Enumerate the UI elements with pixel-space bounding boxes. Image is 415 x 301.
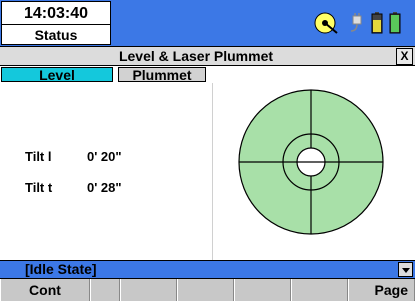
idle-state-text: [Idle State]	[25, 261, 97, 277]
electronic-bubble-graphic	[238, 89, 384, 235]
readings-panel: Tilt l 0' 20" Tilt t 0' 28"	[0, 83, 212, 260]
tab-row: Level Plummet	[0, 66, 415, 83]
softkey-page[interactable]: Page	[348, 279, 415, 301]
time-status-box: 14:03:40 Status	[1, 1, 111, 45]
tilt-l-value: 0' 20"	[87, 149, 122, 164]
status-tab[interactable]: Status	[2, 25, 110, 45]
softkey-blank[interactable]	[177, 279, 234, 301]
tab-plummet[interactable]: Plummet	[118, 67, 206, 83]
status-icons	[313, 11, 401, 38]
chevron-down-icon	[402, 268, 410, 273]
softkey-blank[interactable]	[234, 279, 291, 301]
tilt-t-value: 0' 28"	[87, 180, 122, 195]
softkey-blank[interactable]	[120, 279, 177, 301]
power-plug-icon	[349, 12, 365, 36]
softkey-blank[interactable]	[291, 279, 348, 301]
softkey-blank[interactable]	[90, 279, 120, 301]
bubble-level-icon[interactable]	[313, 11, 343, 38]
page-title: Level & Laser Plummet	[118, 48, 274, 64]
dropdown-button[interactable]	[398, 262, 413, 277]
tilt-t-label: Tilt t	[25, 180, 53, 195]
close-button[interactable]: X	[396, 48, 413, 65]
tilt-l-row: Tilt l 0' 20"	[25, 149, 205, 165]
tab-level[interactable]: Level	[1, 67, 113, 83]
top-bar: 14:03:40 Status	[0, 0, 415, 46]
softkey-cont[interactable]: Cont	[0, 279, 90, 301]
tilt-l-label: Tilt l	[25, 149, 52, 164]
battery-icon	[371, 11, 383, 37]
battery-full-icon	[389, 11, 401, 37]
bubble-level-panel	[212, 83, 415, 260]
clock-time: 14:03:40	[23, 5, 89, 22]
softkey-bar: Cont Page	[0, 279, 415, 301]
tilt-t-row: Tilt t 0' 28"	[25, 180, 205, 196]
status-bar: [Idle State]	[0, 260, 415, 279]
title-bar: Level & Laser Plummet X	[0, 46, 415, 66]
